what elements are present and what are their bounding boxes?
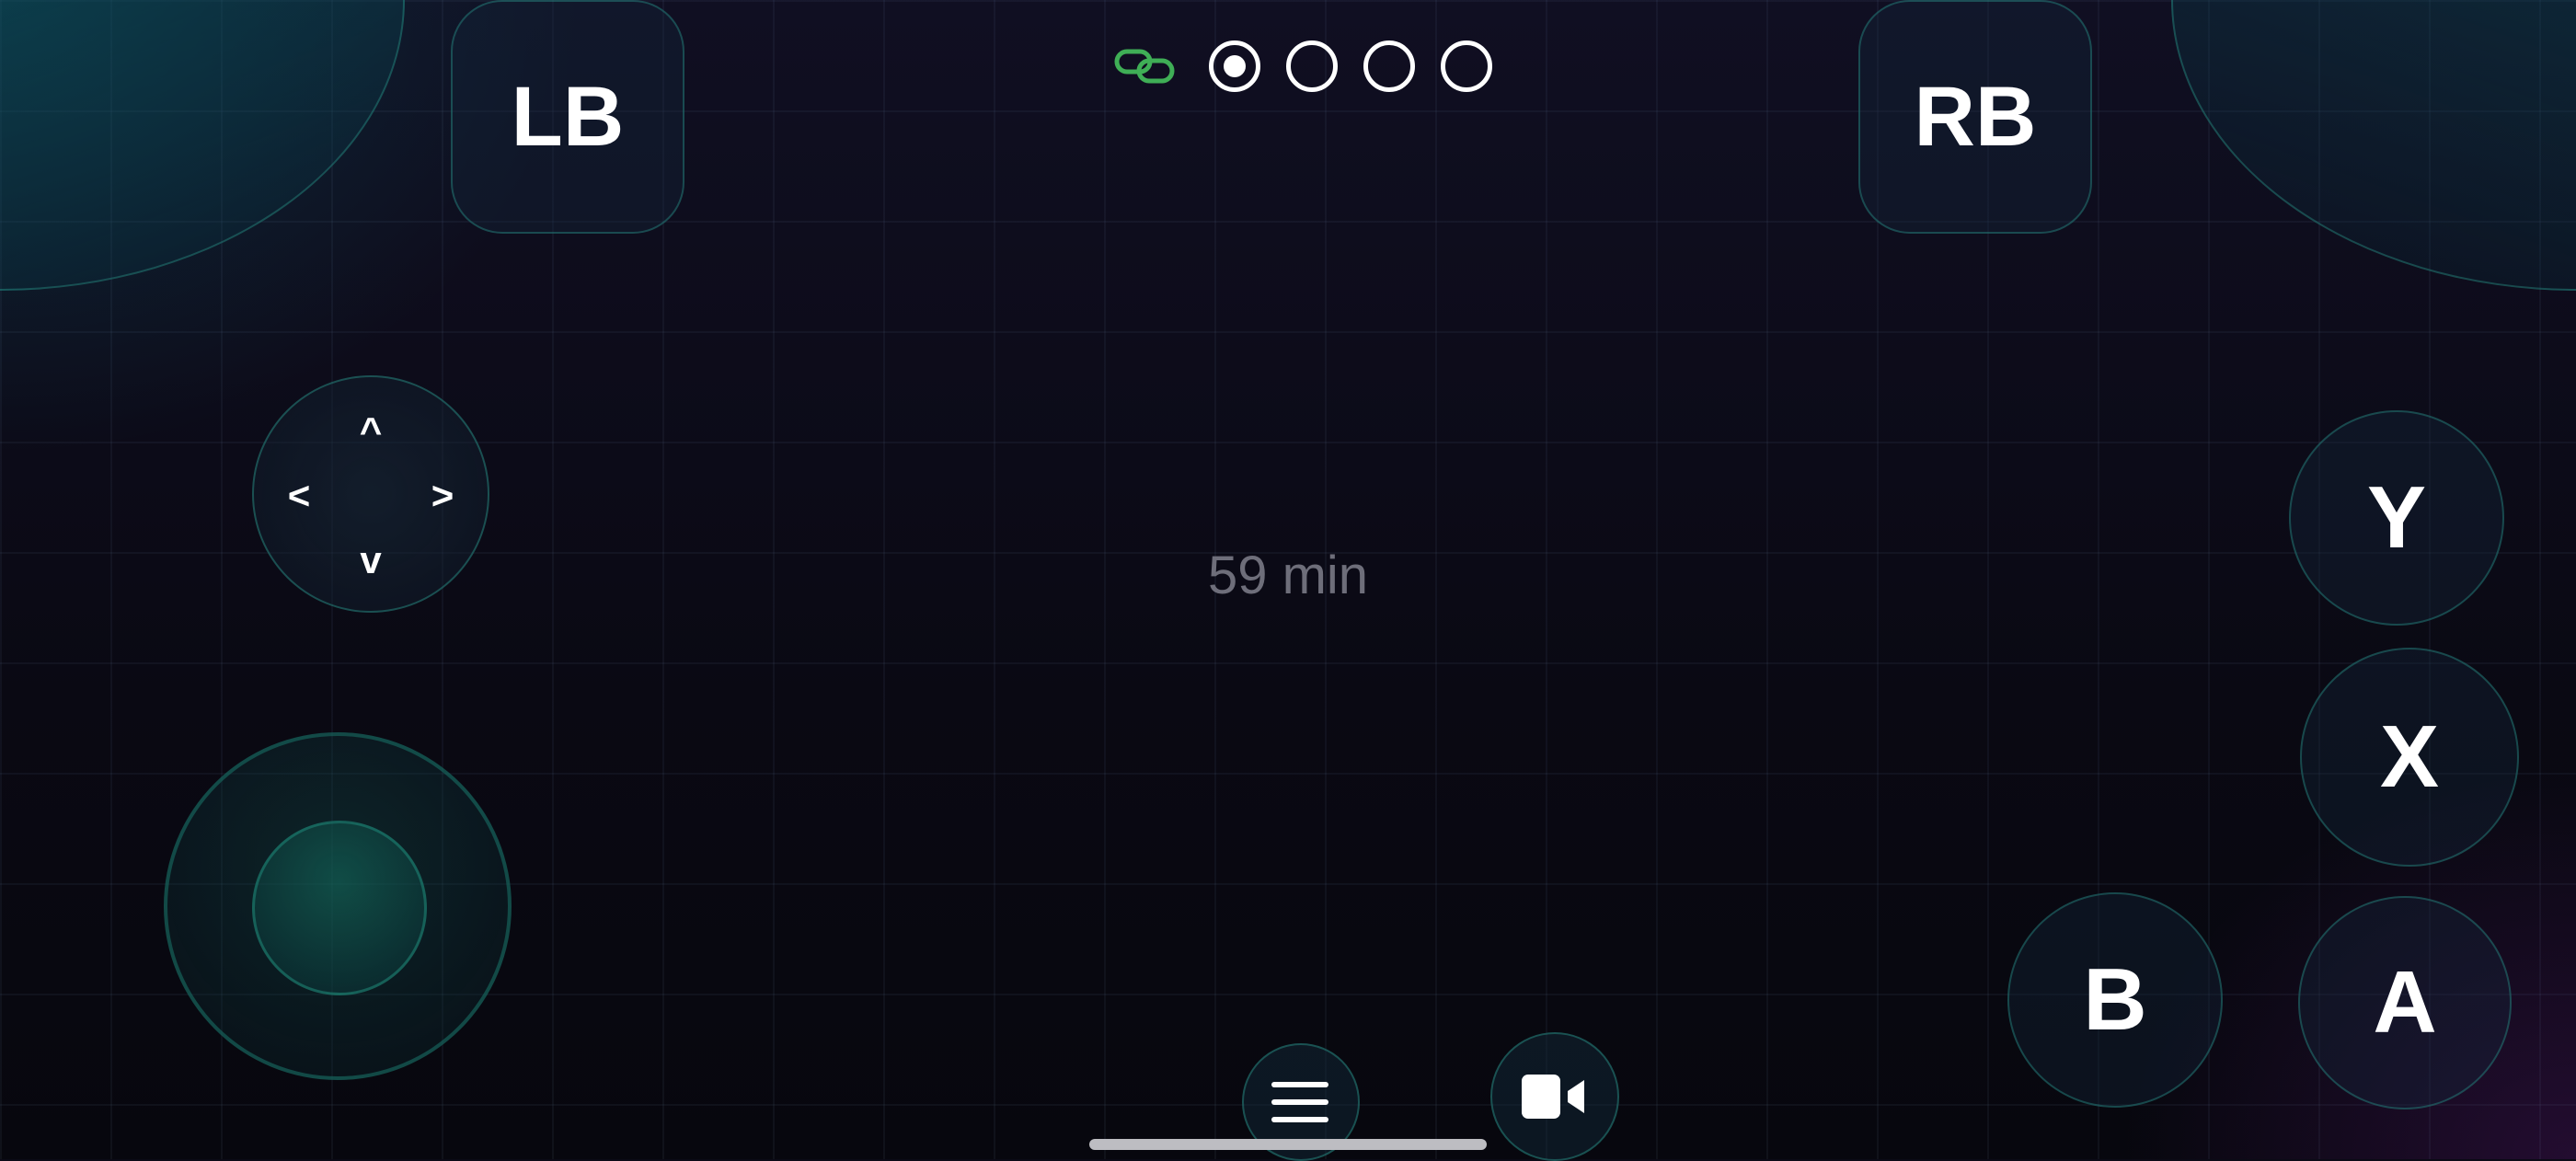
link-icon bbox=[1114, 49, 1175, 84]
dpad[interactable]: ^ < > v bbox=[252, 375, 489, 613]
right-bumper-label: RB bbox=[1914, 69, 2037, 164]
left-bumper-button[interactable]: LB bbox=[451, 0, 684, 234]
home-indicator[interactable] bbox=[1089, 1139, 1487, 1150]
y-button-label: Y bbox=[2366, 468, 2427, 567]
a-button-label: A bbox=[2373, 953, 2437, 1052]
x-button-label: X bbox=[2379, 707, 2440, 806]
connection-status bbox=[1113, 37, 1518, 96]
joystick-knob[interactable] bbox=[252, 821, 427, 995]
y-button[interactable]: Y bbox=[2289, 410, 2504, 626]
right-bumper-button[interactable]: RB bbox=[1858, 0, 2092, 234]
hamburger-menu-icon bbox=[1271, 1082, 1328, 1122]
record-button[interactable] bbox=[1490, 1032, 1619, 1161]
dpad-left[interactable]: < bbox=[276, 477, 322, 515]
left-bumper-label: LB bbox=[511, 69, 625, 164]
player-slot-1 bbox=[1209, 40, 1260, 92]
video-camera-icon bbox=[1522, 1075, 1584, 1119]
b-button[interactable]: B bbox=[2007, 892, 2223, 1108]
dpad-right[interactable]: > bbox=[420, 477, 466, 515]
dpad-down[interactable]: v bbox=[348, 541, 394, 580]
dpad-up[interactable]: ^ bbox=[348, 412, 394, 451]
player-slot-3 bbox=[1363, 40, 1415, 92]
player-slot-4 bbox=[1441, 40, 1492, 92]
left-joystick[interactable] bbox=[164, 732, 512, 1080]
a-button[interactable]: A bbox=[2298, 896, 2512, 1109]
b-button-label: B bbox=[2083, 950, 2147, 1049]
x-button[interactable]: X bbox=[2300, 648, 2519, 867]
session-timer: 59 min bbox=[1207, 546, 1369, 605]
player-slot-2 bbox=[1286, 40, 1338, 92]
